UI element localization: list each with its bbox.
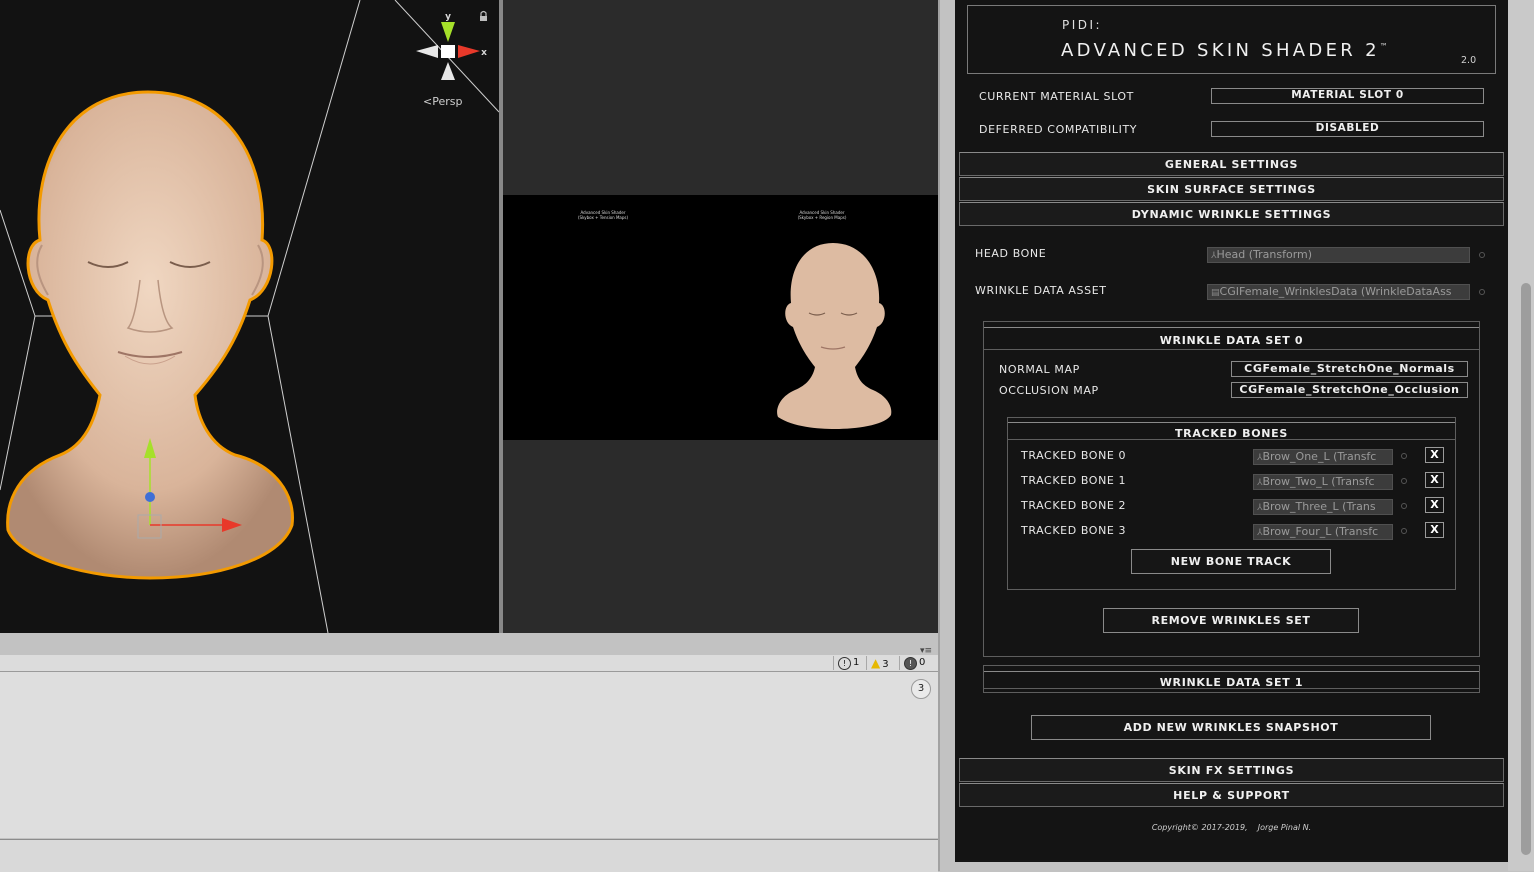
scrollbar-thumb[interactable]	[1521, 283, 1531, 855]
object-picker-icon[interactable]	[1479, 289, 1485, 295]
info-count: 1	[853, 657, 860, 668]
occlusion-map-field[interactable]: CGFemale_StretchOne_Occlusion	[1231, 382, 1468, 398]
object-picker-icon[interactable]	[1401, 453, 1407, 459]
gizmo-x-label: x	[481, 48, 487, 58]
add-wrinkles-snapshot-button[interactable]: ADD NEW WRINKLES SNAPSHOT	[1031, 715, 1431, 740]
tracked-bone-value: Brow_Two_L (Transfc	[1262, 475, 1375, 488]
wrinkle-set-1-panel: WRINKLE DATA SET 1	[983, 665, 1480, 693]
general-settings-section[interactable]: GENERAL SETTINGS	[959, 152, 1504, 176]
skin-surface-section[interactable]: SKIN SURFACE SETTINGS	[959, 177, 1504, 201]
remove-bone-button[interactable]: X	[1425, 447, 1444, 463]
dynamic-wrinkle-section[interactable]: DYNAMIC WRINKLE SETTINGS	[959, 202, 1504, 226]
wrinkle-set-0-title[interactable]: WRINKLE DATA SET 0	[984, 327, 1479, 350]
tracked-bones-title: TRACKED BONES	[1008, 422, 1455, 440]
normal-map-field[interactable]: CGFemale_StretchOne_Normals	[1231, 361, 1468, 377]
perspective-icon: <	[423, 95, 433, 108]
collapse-count-badge: 3	[911, 679, 931, 699]
wrinkle-asset-label: WRINKLE DATA ASSET	[975, 284, 1107, 297]
asset-icon: ▤	[1211, 288, 1220, 298]
console-toolbar	[0, 655, 938, 672]
wrinkle-asset-field[interactable]: ▤CGIFemale_WrinklesData (WrinkleDataAss	[1207, 284, 1470, 300]
product-title: ADVANCED SKIN SHADER 2™	[1061, 40, 1391, 61]
inspector-header: PIDI: ADVANCED SKIN SHADER 2™ 2.0	[967, 5, 1496, 74]
warning-icon: ▲	[871, 656, 881, 670]
wrinkle-set-1-title[interactable]: WRINKLE DATA SET 1	[984, 671, 1479, 689]
error-icon: !	[904, 657, 917, 670]
trademark-symbol: ™	[1379, 42, 1392, 51]
object-picker-icon[interactable]	[1401, 478, 1407, 484]
tracked-bone-field[interactable]: ⅄Brow_Two_L (Transfc	[1253, 474, 1393, 490]
skin-fx-section[interactable]: SKIN FX SETTINGS	[959, 758, 1504, 782]
panel-menu-icon[interactable]: ▾≡	[920, 647, 932, 656]
occlusion-map-label: OCCLUSION MAP	[999, 384, 1099, 397]
tracked-bone-label: TRACKED BONE 3	[1021, 524, 1127, 537]
tracked-bone-label: TRACKED BONE 1	[1021, 474, 1127, 487]
game-head-model	[777, 243, 892, 429]
head-bone-value: Head (Transform)	[1216, 248, 1313, 261]
tracked-bone-field[interactable]: ⅄Brow_Three_L (Trans	[1253, 499, 1393, 515]
tracked-bone-label: TRACKED BONE 2	[1021, 499, 1127, 512]
copyright-text: Copyright© 2017-2019, Jorge Pinal N.	[1151, 823, 1312, 832]
help-support-section[interactable]: HELP & SUPPORT	[959, 783, 1504, 807]
tracked-bone-field[interactable]: ⅄Brow_One_L (Transfc	[1253, 449, 1393, 465]
head-bone-label: HEAD BONE	[975, 247, 1047, 260]
material-slot-dropdown[interactable]: MATERIAL SLOT 0	[1211, 88, 1484, 104]
gizmo-y-label: y	[445, 12, 451, 22]
tracked-bone-label: TRACKED BONE 0	[1021, 449, 1127, 462]
new-bone-track-button[interactable]: NEW BONE TRACK	[1131, 549, 1331, 574]
left-caption-subtitle: (Skybox + Tension Maps)	[577, 215, 629, 220]
object-picker-icon[interactable]	[1479, 252, 1485, 258]
head-bone-field[interactable]: ⅄Head (Transform)	[1207, 247, 1470, 263]
right-caption-subtitle: (Skybox + Region Maps)	[797, 215, 847, 220]
console-detail[interactable]	[0, 839, 938, 872]
remove-bone-button[interactable]: X	[1425, 497, 1444, 513]
right-caption: Advanced Skin Shader (Skybox + Region Ma…	[792, 210, 852, 220]
material-slot-label: CURRENT MATERIAL SLOT	[979, 90, 1134, 103]
tracked-bone-value: Brow_Three_L (Trans	[1262, 500, 1376, 513]
deferred-label: DEFERRED COMPATIBILITY	[979, 123, 1138, 136]
projection-toggle[interactable]: <Persp	[423, 95, 462, 108]
inspector-splitter[interactable]	[938, 0, 955, 871]
left-caption: Advanced Skin Shader (Skybox + Tension M…	[573, 210, 633, 220]
version-label: 2.0	[1461, 55, 1477, 66]
normal-map-label: NORMAL MAP	[999, 363, 1080, 376]
game-render: Advanced Skin Shader (Skybox + Tension M…	[503, 195, 938, 440]
error-toggle[interactable]: ! 0	[899, 656, 937, 670]
brand-label: PIDI:	[1062, 18, 1103, 32]
orientation-gizmo[interactable]	[416, 22, 480, 80]
object-picker-icon[interactable]	[1401, 528, 1407, 534]
remove-wrinkles-set-button[interactable]: REMOVE WRINKLES SET	[1103, 608, 1359, 633]
remove-bone-button[interactable]: X	[1425, 472, 1444, 488]
lock-icon[interactable]	[480, 10, 487, 22]
deferred-toggle[interactable]: DISABLED	[1211, 121, 1484, 137]
skin-shader-inspector: PIDI: ADVANCED SKIN SHADER 2™ 2.0 CURREN…	[955, 0, 1508, 862]
panel-gap: ▾≡	[0, 633, 938, 656]
object-picker-icon[interactable]	[1401, 503, 1407, 509]
warning-count: 3	[882, 659, 889, 670]
error-count: 0	[919, 657, 926, 668]
product-name: ADVANCED SKIN SHADER 2	[1061, 40, 1380, 61]
wrinkle-asset-value: CGIFemale_WrinklesData (WrinkleDataAss	[1219, 285, 1452, 298]
tracked-bone-field[interactable]: ⅄Brow_Four_L (Transfc	[1253, 524, 1393, 540]
remove-bone-button[interactable]: X	[1425, 522, 1444, 538]
console-log[interactable]	[0, 672, 938, 838]
info-toggle[interactable]: ! 1	[833, 656, 870, 670]
scene-view[interactable]: y x <Persp	[0, 0, 499, 633]
projection-label: Persp	[432, 95, 463, 108]
tracked-bone-value: Brow_One_L (Transfc	[1262, 450, 1377, 463]
tracked-bone-value: Brow_Four_L (Transfc	[1262, 525, 1379, 538]
game-view[interactable]: Advanced Skin Shader (Skybox + Tension M…	[503, 0, 938, 633]
info-icon: !	[838, 657, 851, 670]
warning-toggle[interactable]: ▲ 3	[866, 656, 903, 670]
